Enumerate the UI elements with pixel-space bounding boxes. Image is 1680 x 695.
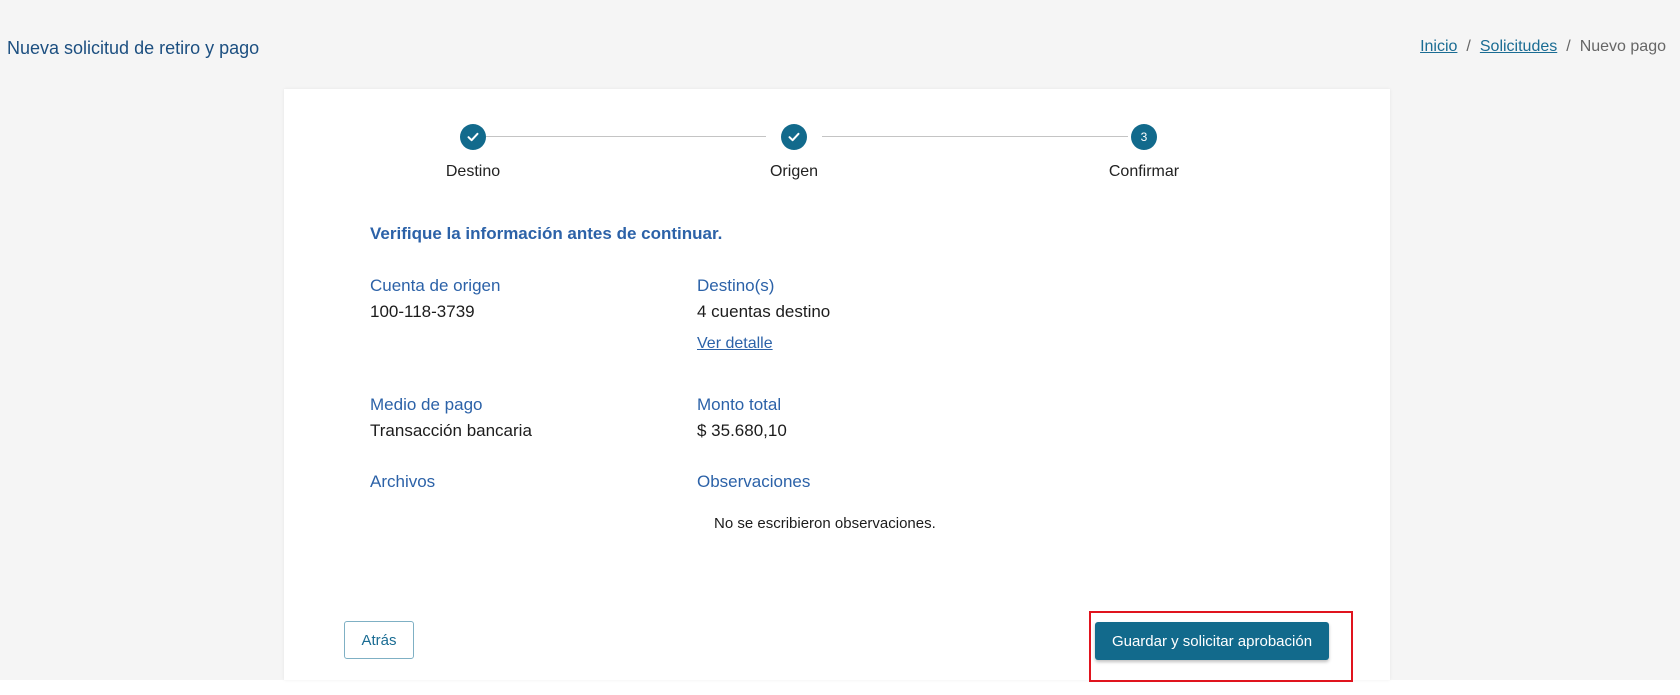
step-confirmar: 3 Confirmar xyxy=(1064,124,1224,181)
origin-account-value: 100-118-3739 xyxy=(370,302,475,321)
total-amount-label: Monto total xyxy=(697,395,782,414)
breadcrumb-separator: / xyxy=(1466,38,1471,55)
step-label: Confirmar xyxy=(1108,163,1180,180)
breadcrumb-link-requests[interactable]: Solicitudes xyxy=(1480,38,1557,56)
payment-method-label: Medio de pago xyxy=(370,395,483,414)
step-origen: Origen xyxy=(714,124,874,181)
view-detail-link[interactable]: Ver detalle xyxy=(697,335,773,353)
step-number: 3 xyxy=(1131,124,1157,150)
breadcrumb-separator: / xyxy=(1566,38,1571,55)
origin-account-label: Cuenta de origen xyxy=(370,276,501,295)
breadcrumb-current: Nuevo pago xyxy=(1579,38,1666,55)
page-title: Nueva solicitud de retiro y pago xyxy=(7,38,260,58)
verify-heading: Verifique la información antes de contin… xyxy=(370,224,723,243)
destinations-label: Destino(s) xyxy=(697,276,775,295)
check-icon xyxy=(460,124,486,150)
files-label: Archivos xyxy=(370,472,436,491)
save-and-request-approval-button[interactable]: Guardar y solicitar aprobación xyxy=(1095,622,1329,660)
total-amount-value: $ 35.680,10 xyxy=(697,421,787,440)
step-destino: Destino xyxy=(393,124,553,181)
check-icon xyxy=(781,124,807,150)
observations-value: No se escribieron observaciones. xyxy=(714,515,936,532)
observations-label: Observaciones xyxy=(697,472,811,491)
step-label: Origen xyxy=(769,163,819,180)
breadcrumb-link-home[interactable]: Inicio xyxy=(1420,38,1457,56)
payment-request-card: Destino Origen 3 Confirmar Verifique la … xyxy=(284,89,1390,680)
back-button[interactable]: Atrás xyxy=(344,621,414,659)
destinations-value: 4 cuentas destino xyxy=(697,302,831,321)
payment-method-value: Transacción bancaria xyxy=(370,421,532,440)
step-label: Destino xyxy=(445,163,501,180)
breadcrumb: Inicio / Solicitudes / Nuevo pago xyxy=(1420,38,1666,56)
